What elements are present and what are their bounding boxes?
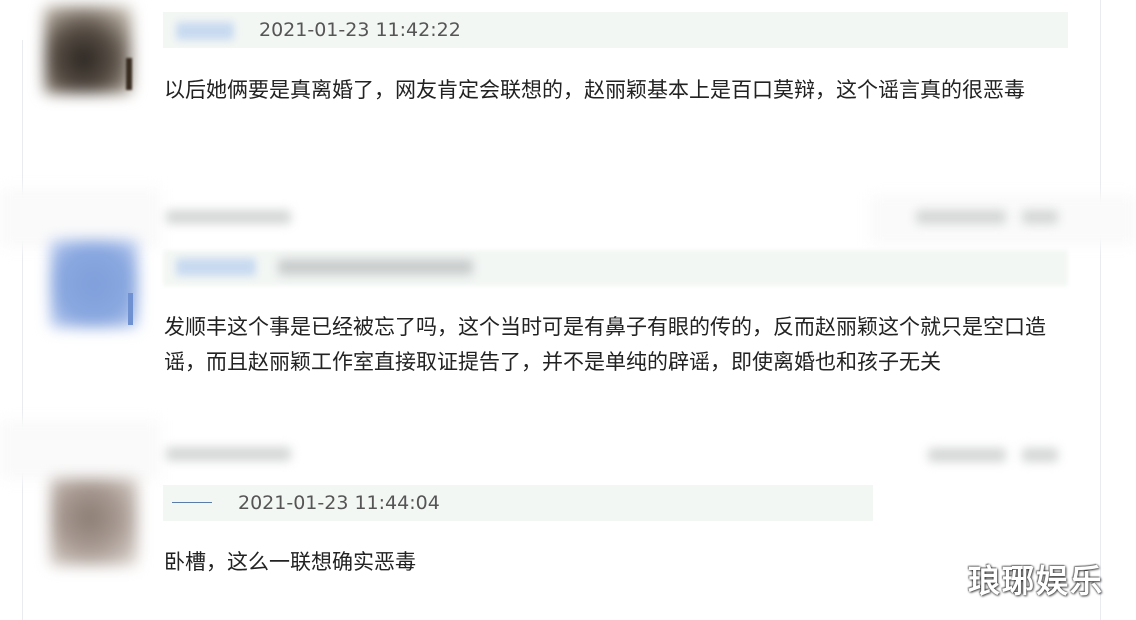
avatar[interactable] xyxy=(50,240,138,328)
left-border-line xyxy=(22,40,23,620)
blurred-action-link[interactable] xyxy=(1022,448,1058,462)
blurred-region xyxy=(0,420,160,480)
avatar[interactable] xyxy=(44,6,132,94)
comment-timestamp: 2021-01-23 11:42:22 xyxy=(259,19,461,41)
blurred-action-link[interactable] xyxy=(916,210,1006,224)
blurred-action-link[interactable] xyxy=(928,448,1006,462)
avatar[interactable] xyxy=(50,478,138,566)
username-blurred[interactable] xyxy=(176,258,256,276)
avatar-edge-mark xyxy=(126,58,132,90)
username-blurred[interactable] xyxy=(176,22,234,40)
blurred-reply-text xyxy=(166,447,291,461)
blurred-reply-text xyxy=(166,210,291,224)
right-border-line xyxy=(1100,0,1101,620)
comment-text: 发顺丰这个事是已经被忘了吗，这个当时可是有鼻子有眼的传的，反而赵丽颖这个就只是空… xyxy=(164,315,1046,374)
comment-feed: 2021-01-23 11:42:22 以后她俩要是真离婚了，网友肯定会联想的，… xyxy=(0,0,1136,620)
blurred-action-link[interactable] xyxy=(1022,210,1058,224)
comment-text: 卧槽，这么一联想确实恶毒 xyxy=(164,550,416,574)
avatar-edge-mark xyxy=(128,293,133,325)
username-line[interactable] xyxy=(172,502,212,503)
blurred-region xyxy=(0,188,160,248)
comment-text: 以后她俩要是真离婚了，网友肯定会联想的，赵丽颖基本上是百口莫辩，这个谣言真的很恶… xyxy=(164,78,1025,102)
timestamp-blurred xyxy=(278,259,473,275)
watermark: 琅琊娱乐 xyxy=(968,562,1105,600)
comment-timestamp: 2021-01-23 11:44:04 xyxy=(238,492,440,514)
